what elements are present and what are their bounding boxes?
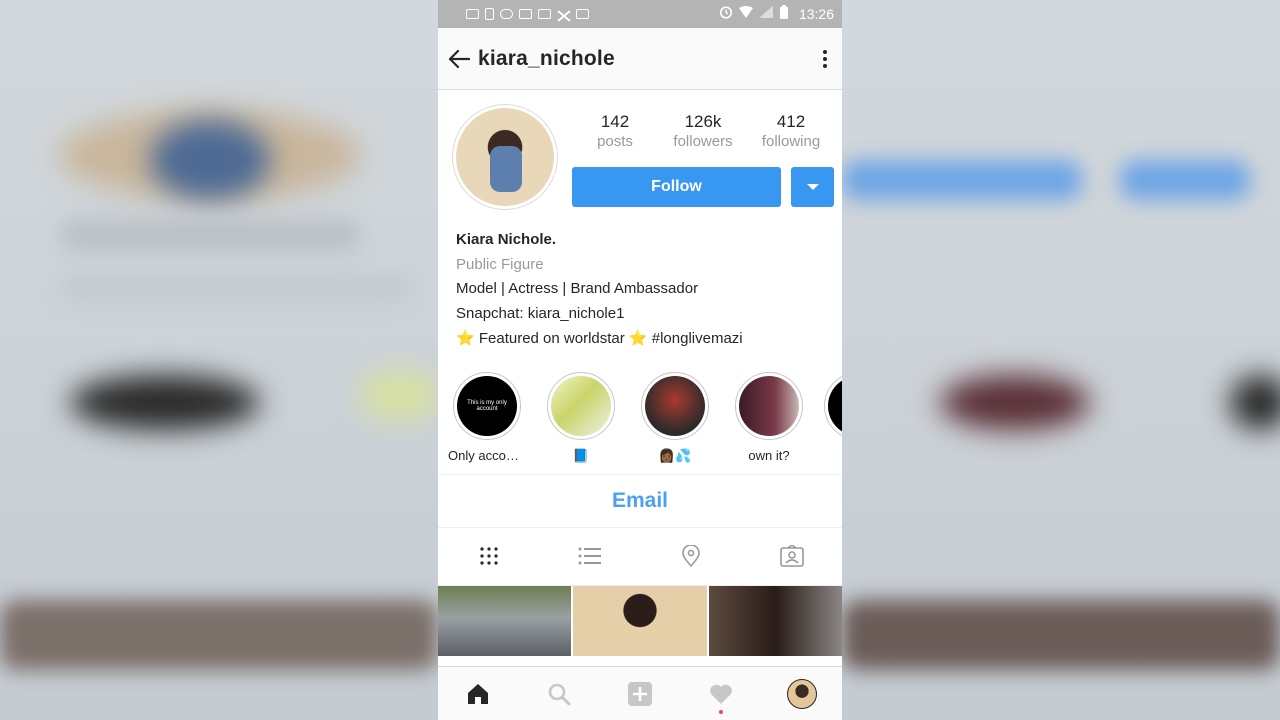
stat-value: 142: [600, 112, 630, 131]
stat-value: 126k: [684, 112, 722, 131]
stat-followers[interactable]: 126k followers: [660, 112, 746, 150]
highlight-item[interactable]: own it?: [730, 371, 808, 474]
mail-icon: [519, 9, 532, 19]
voicemail-icon: [500, 9, 513, 19]
post-thumbnail[interactable]: [438, 585, 572, 656]
profile-username: kiara_nichole: [478, 46, 615, 70]
phone-screen: 13:26 kiara_nichole 142 posts 126k follo…: [438, 0, 842, 720]
post-thumbnail[interactable]: [708, 585, 842, 656]
highlight-thumbnail: [739, 375, 799, 436]
system-icons: 13:26: [719, 4, 834, 24]
profile-avatar-icon: [786, 678, 817, 709]
profile-category: Public Figure: [456, 255, 544, 273]
stat-label: followers: [673, 133, 733, 150]
list-icon[interactable]: [570, 536, 610, 576]
follow-actions: Follow: [572, 167, 834, 207]
display-name: Kiara Nichole.: [456, 231, 557, 248]
highlight-thumbnail: [828, 375, 842, 436]
home-icon[interactable]: [456, 672, 500, 716]
tagged-icon[interactable]: [772, 536, 812, 576]
profile-bio: Kiara Nichole. Public Figure Model | Act…: [438, 228, 842, 352]
highlight-label: 📘: [572, 447, 590, 463]
bio-line: Snapchat: kiara_nichole1: [456, 305, 625, 323]
highlight-item-partial[interactable]: [824, 371, 842, 474]
contact-row: Email: [438, 473, 842, 528]
post-thumbnail[interactable]: [573, 585, 707, 656]
highlight-item[interactable]: 👩🏾💦: [636, 371, 714, 474]
profile-tab[interactable]: [780, 672, 824, 716]
highlight-label: own it?: [748, 447, 790, 463]
profile-header: kiara_nichole: [438, 28, 842, 90]
profile-avatar[interactable]: [452, 104, 558, 210]
photo-grid: [438, 585, 842, 656]
highlight-thumbnail: [551, 375, 611, 436]
add-post-icon[interactable]: [618, 672, 662, 716]
phone-icon: [485, 8, 494, 20]
follow-button[interactable]: Follow: [572, 167, 781, 207]
stat-value: 412: [776, 112, 806, 131]
notification-dot: [718, 709, 723, 714]
stat-label: following: [761, 133, 821, 150]
stat-posts[interactable]: 142 posts: [572, 112, 658, 150]
search-icon[interactable]: [537, 672, 581, 716]
chevron-down-icon: [806, 184, 819, 190]
email-button[interactable]: Email: [612, 489, 668, 513]
profile-tabs: [438, 528, 842, 586]
highlight-item[interactable]: This is my only account Only accoun...: [448, 371, 526, 474]
stat-following[interactable]: 412 following: [748, 112, 834, 150]
highlight-label: Only accoun...: [448, 447, 526, 463]
signal-icon: [758, 5, 773, 23]
bottom-navigation: [438, 666, 842, 720]
highlight-item[interactable]: 📘: [542, 371, 620, 474]
status-bar: 13:26: [438, 0, 842, 28]
more-options-icon[interactable]: [822, 49, 828, 68]
story-highlights: This is my only account Only accoun... 📘…: [438, 352, 842, 474]
chat-icon: [576, 9, 589, 19]
profile-stats: 142 posts 126k followers 412 following: [572, 112, 834, 150]
bio-line: ⭐ Featured on worldstar ⭐ #longlivemazi: [456, 329, 743, 347]
location-pin-icon[interactable]: [671, 536, 711, 576]
mail-icon-2: [538, 9, 551, 19]
missed-call-icon: [557, 9, 571, 22]
message-icon: [466, 9, 479, 19]
suggestions-dropdown-button[interactable]: [791, 167, 834, 207]
stat-label: posts: [597, 133, 633, 150]
notification-icons: [466, 8, 589, 22]
clock: 13:26: [798, 6, 834, 22]
alarm-icon: [719, 5, 733, 24]
grid-icon[interactable]: [469, 536, 509, 576]
highlight-thumbnail: This is my only account: [457, 375, 517, 436]
bio-line: Model | Actress | Brand Ambassador: [456, 280, 699, 298]
back-arrow-icon[interactable]: [448, 48, 470, 70]
wifi-icon: [738, 5, 753, 23]
battery-icon: [779, 4, 789, 24]
highlight-label: 👩🏾💦: [658, 447, 692, 463]
activity-heart-icon[interactable]: [699, 672, 743, 716]
highlight-thumbnail: [645, 375, 705, 436]
